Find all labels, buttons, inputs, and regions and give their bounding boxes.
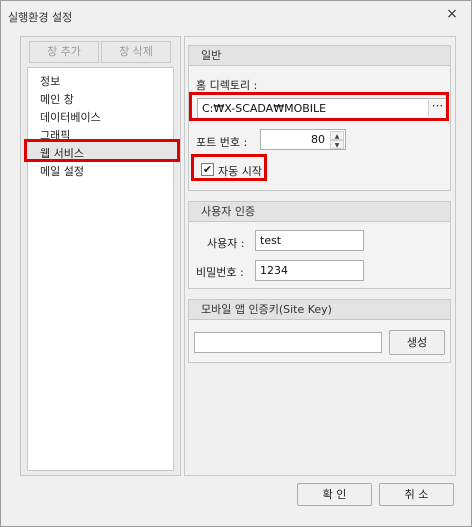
spin-down-icon[interactable]: ▼ xyxy=(330,140,344,149)
tree-item-main-window[interactable]: 메인 창 xyxy=(40,91,74,107)
port-stepper[interactable]: 80 ▲ ▼ xyxy=(260,129,346,150)
title-bar: 실행환경 설정 × xyxy=(1,1,471,29)
spin-up-icon[interactable]: ▲ xyxy=(330,131,344,140)
auth-group-header: 사용자 인증 xyxy=(189,202,450,222)
window-title: 실행환경 설정 xyxy=(8,11,73,24)
port-label: 포트 번호 : xyxy=(196,136,248,149)
close-icon[interactable]: × xyxy=(445,7,459,21)
ok-button[interactable]: 확 인 xyxy=(297,483,372,506)
password-label: 비밀번호 : xyxy=(196,266,244,279)
cancel-button[interactable]: 취 소 xyxy=(379,483,454,506)
add-window-button[interactable]: 창 추가 xyxy=(29,41,99,63)
home-dir-highlight xyxy=(189,92,449,121)
user-input[interactable]: test xyxy=(255,230,364,251)
tree-item-mail-settings[interactable]: 메일 설정 xyxy=(40,163,84,179)
tree-item-database[interactable]: 데이터베이스 xyxy=(40,109,101,125)
port-value: 80 xyxy=(311,133,325,146)
settings-window: 실행환경 설정 × 창 추가 창 삭제 정보 메인 창 데이터베이스 그래픽 웹… xyxy=(0,0,472,527)
auth-group: 사용자 인증 사용자 : test 비밀번호 : 1234 xyxy=(188,201,451,289)
user-label: 사용자 : xyxy=(207,237,245,250)
home-dir-label: 홈 디렉토리 : xyxy=(196,79,258,92)
tree-item-web-service[interactable]: 웹 서비스 xyxy=(40,145,84,161)
sitekey-group: 모바일 앱 인증키(Site Key) 생성 xyxy=(188,299,451,363)
sitekey-input[interactable] xyxy=(194,332,382,353)
left-panel: 창 추가 창 삭제 정보 메인 창 데이터베이스 그래픽 웹 서비스 메일 설정 xyxy=(20,36,181,476)
password-input[interactable]: 1234 xyxy=(255,260,364,281)
autostart-highlight xyxy=(191,154,267,181)
generate-button[interactable]: 생성 xyxy=(389,330,445,355)
tree-item-info[interactable]: 정보 xyxy=(40,73,60,89)
sitekey-group-header: 모바일 앱 인증키(Site Key) xyxy=(189,300,450,320)
settings-tree: 정보 메인 창 데이터베이스 그래픽 웹 서비스 메일 설정 xyxy=(27,67,174,471)
delete-window-button[interactable]: 창 삭제 xyxy=(101,41,171,63)
general-group-header: 일반 xyxy=(189,46,450,66)
